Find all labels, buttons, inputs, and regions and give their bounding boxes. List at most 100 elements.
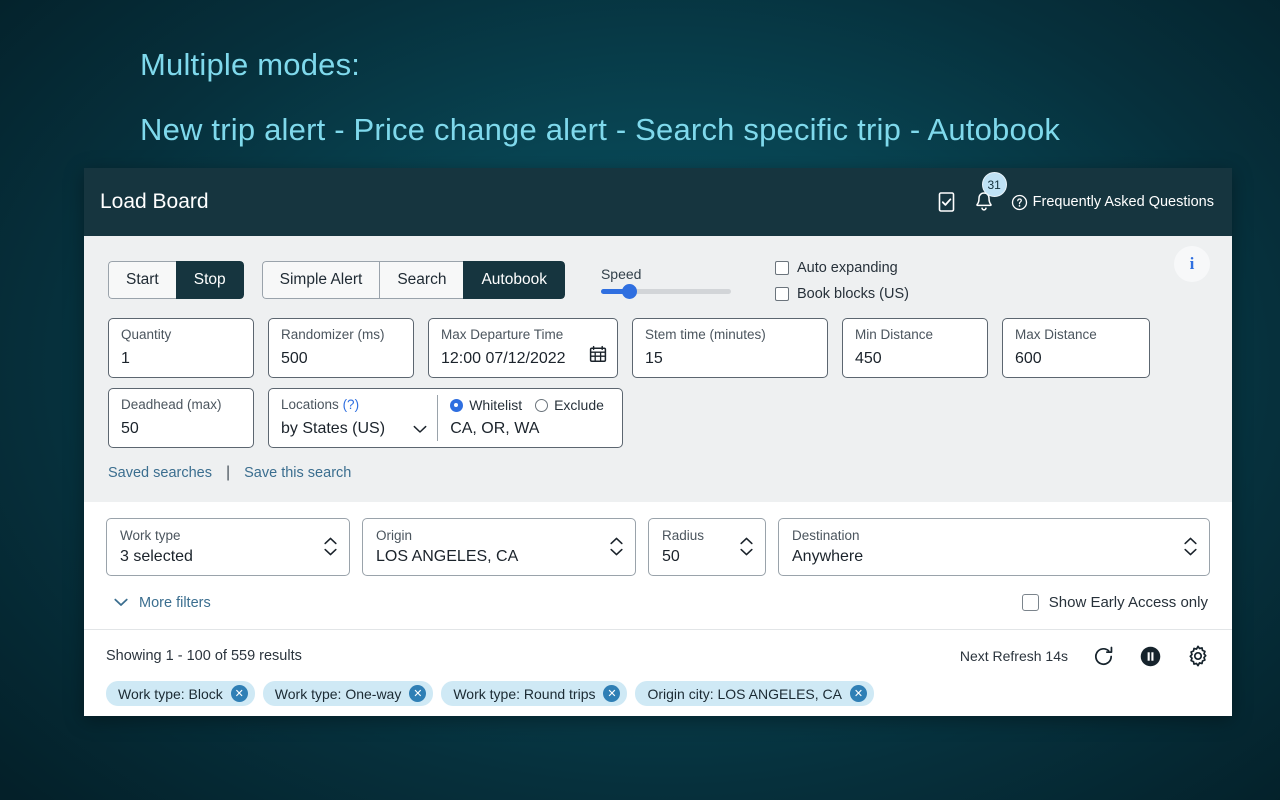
faq-link[interactable]: Frequently Asked Questions bbox=[1011, 194, 1214, 211]
locations-control: Locations (?) by States (US) Whitelist E… bbox=[268, 388, 623, 448]
checkbox-icon[interactable] bbox=[1021, 594, 1039, 611]
field-max-departure-label: Max Departure Time bbox=[441, 327, 564, 342]
select-radius-value: 50 bbox=[662, 547, 680, 565]
select-work-type-label: Work type bbox=[120, 527, 181, 543]
radio-whitelist-label: Whitelist bbox=[469, 397, 523, 413]
field-randomizer-value: 500 bbox=[281, 350, 308, 367]
field-deadhead-value: 50 bbox=[121, 420, 139, 437]
close-icon[interactable]: ✕ bbox=[603, 685, 621, 702]
field-max-distance[interactable]: Max Distance 600 bbox=[1002, 318, 1150, 378]
parameters-row-1: Quantity 1 Randomizer (ms) 500 Max Depar… bbox=[84, 308, 1232, 378]
chevron-down-icon bbox=[114, 598, 128, 607]
radio-exclude[interactable]: Exclude bbox=[535, 397, 604, 413]
bell-icon[interactable]: 31 bbox=[973, 172, 1007, 214]
checkbox-icon[interactable] bbox=[774, 287, 789, 301]
select-origin[interactable]: Origin LOS ANGELES, CA bbox=[362, 518, 636, 576]
active-filter-chips: Work type: Block ✕ Work type: One-way ✕ … bbox=[106, 681, 1210, 706]
field-max-departure-time[interactable]: Max Departure Time 12:00 07/12/2022 bbox=[428, 318, 618, 378]
mode-button-group: Simple Alert Search Autobook bbox=[261, 261, 565, 299]
spinner-icon[interactable] bbox=[1184, 537, 1197, 556]
chevron-down-icon[interactable] bbox=[413, 425, 427, 434]
slide-heading: Multiple modes: bbox=[140, 47, 361, 82]
speed-slider-group: Speed bbox=[600, 266, 731, 299]
saved-searches-link[interactable]: Saved searches bbox=[108, 465, 212, 481]
header-actions: 31 Frequently Asked Questions bbox=[936, 172, 1216, 214]
close-icon[interactable]: ✕ bbox=[850, 685, 867, 702]
spinner-icon[interactable] bbox=[324, 537, 337, 556]
field-min-distance[interactable]: Min Distance 450 bbox=[842, 318, 988, 378]
info-icon[interactable]: i bbox=[1174, 246, 1210, 282]
locations-mode-select[interactable]: Locations (?) by States (US) bbox=[269, 389, 437, 447]
calendar-icon[interactable] bbox=[589, 345, 607, 363]
tab-simple-alert[interactable]: Simple Alert bbox=[261, 261, 380, 299]
close-icon[interactable]: ✕ bbox=[230, 685, 248, 702]
field-stem-time[interactable]: Stem time (minutes) 15 bbox=[632, 318, 828, 378]
locations-help-link[interactable]: (?) bbox=[343, 397, 360, 412]
filter-chip-label: Work type: Block bbox=[118, 685, 223, 702]
field-max-distance-label: Max Distance bbox=[1015, 327, 1097, 342]
checkbox-early-access[interactable]: Show Early Access only bbox=[1021, 594, 1208, 611]
select-radius[interactable]: Radius 50 bbox=[648, 518, 766, 576]
field-stem-time-label: Stem time (minutes) bbox=[645, 327, 766, 342]
filter-chip[interactable]: Work type: Round trips ✕ bbox=[441, 681, 628, 706]
checkbox-early-access-label: Show Early Access only bbox=[1048, 594, 1208, 611]
filter-chip-label: Origin city: LOS ANGELES, CA bbox=[647, 685, 842, 702]
filter-chip-label: Work type: Round trips bbox=[453, 685, 596, 702]
tab-search[interactable]: Search bbox=[379, 261, 464, 299]
locations-scope: Whitelist Exclude CA, OR, WA bbox=[438, 389, 622, 447]
spinner-icon[interactable] bbox=[740, 537, 753, 556]
checkbox-auto-expanding-label: Auto expanding bbox=[796, 260, 898, 276]
field-randomizer-label: Randomizer (ms) bbox=[281, 327, 385, 342]
checkbox-book-blocks-label: Book blocks (US) bbox=[796, 286, 909, 302]
radio-exclude-label: Exclude bbox=[554, 397, 604, 413]
locations-label: Locations (?) bbox=[281, 397, 427, 412]
checkbox-auto-expanding[interactable]: Auto expanding bbox=[774, 260, 909, 276]
search-panel: Work type 3 selected Origin LOS ANGELES,… bbox=[84, 502, 1232, 629]
faq-label: Frequently Asked Questions bbox=[1032, 194, 1214, 210]
spinner-icon[interactable] bbox=[610, 537, 623, 556]
select-destination[interactable]: Destination Anywhere bbox=[778, 518, 1210, 576]
locations-radio-group: Whitelist Exclude bbox=[450, 397, 612, 413]
field-randomizer[interactable]: Randomizer (ms) 500 bbox=[268, 318, 414, 378]
field-quantity[interactable]: Quantity 1 bbox=[108, 318, 254, 378]
select-destination-value: Anywhere bbox=[792, 547, 864, 565]
locations-states-value[interactable]: CA, OR, WA bbox=[450, 420, 612, 438]
results-bar: Showing 1 - 100 of 559 results Next Refr… bbox=[84, 629, 1232, 716]
filter-chip-label: Work type: One-way bbox=[274, 685, 402, 702]
filter-chip[interactable]: Work type: One-way ✕ bbox=[262, 681, 434, 706]
options-checkbox-group: Auto expanding Book blocks (US) bbox=[774, 258, 909, 302]
radio-button-icon[interactable] bbox=[535, 398, 549, 412]
filter-chip[interactable]: Origin city: LOS ANGELES, CA ✕ bbox=[635, 681, 874, 706]
close-icon[interactable]: ✕ bbox=[409, 685, 427, 702]
results-summary-row: Showing 1 - 100 of 559 results Next Refr… bbox=[106, 644, 1210, 668]
refresh-icon[interactable] bbox=[1092, 645, 1115, 668]
locations-select-row[interactable]: by States (US) bbox=[281, 420, 427, 438]
checkbox-icon[interactable] bbox=[774, 261, 789, 275]
gear-icon[interactable] bbox=[1186, 644, 1210, 668]
pause-icon[interactable] bbox=[1139, 645, 1162, 668]
tab-autobook[interactable]: Autobook bbox=[463, 261, 565, 299]
more-filters-label: More filters bbox=[139, 594, 211, 611]
page-title: Load Board bbox=[100, 190, 209, 213]
radio-button-icon[interactable] bbox=[450, 398, 464, 412]
select-radius-label: Radius bbox=[662, 527, 705, 543]
checkbox-book-blocks[interactable]: Book blocks (US) bbox=[774, 286, 909, 302]
slide-subheading: New trip alert - Price change alert - Se… bbox=[140, 112, 1061, 147]
field-deadhead-max[interactable]: Deadhead (max) 50 bbox=[108, 388, 254, 448]
saved-search-links: Saved searches | Save this search bbox=[84, 448, 1232, 496]
field-quantity-value: 1 bbox=[121, 350, 130, 367]
stop-button[interactable]: Stop bbox=[175, 261, 244, 299]
start-button[interactable]: Start bbox=[108, 261, 176, 299]
field-quantity-label: Quantity bbox=[121, 327, 172, 342]
checkbox-icon[interactable] bbox=[936, 191, 957, 213]
radio-whitelist[interactable]: Whitelist bbox=[450, 397, 522, 413]
select-work-type[interactable]: Work type 3 selected bbox=[106, 518, 350, 576]
more-filters-button[interactable]: More filters bbox=[114, 595, 211, 611]
next-refresh-label: Next Refresh 14s bbox=[959, 648, 1068, 664]
select-destination-label: Destination bbox=[792, 527, 860, 543]
save-this-search-link[interactable]: Save this search bbox=[244, 465, 351, 481]
filter-chip[interactable]: Work type: Block ✕ bbox=[106, 681, 255, 706]
load-board-app-window: Load Board 31 Frequently Asked Questions… bbox=[84, 168, 1232, 716]
speed-slider-thumb[interactable] bbox=[621, 284, 637, 299]
speed-slider[interactable] bbox=[600, 284, 731, 299]
